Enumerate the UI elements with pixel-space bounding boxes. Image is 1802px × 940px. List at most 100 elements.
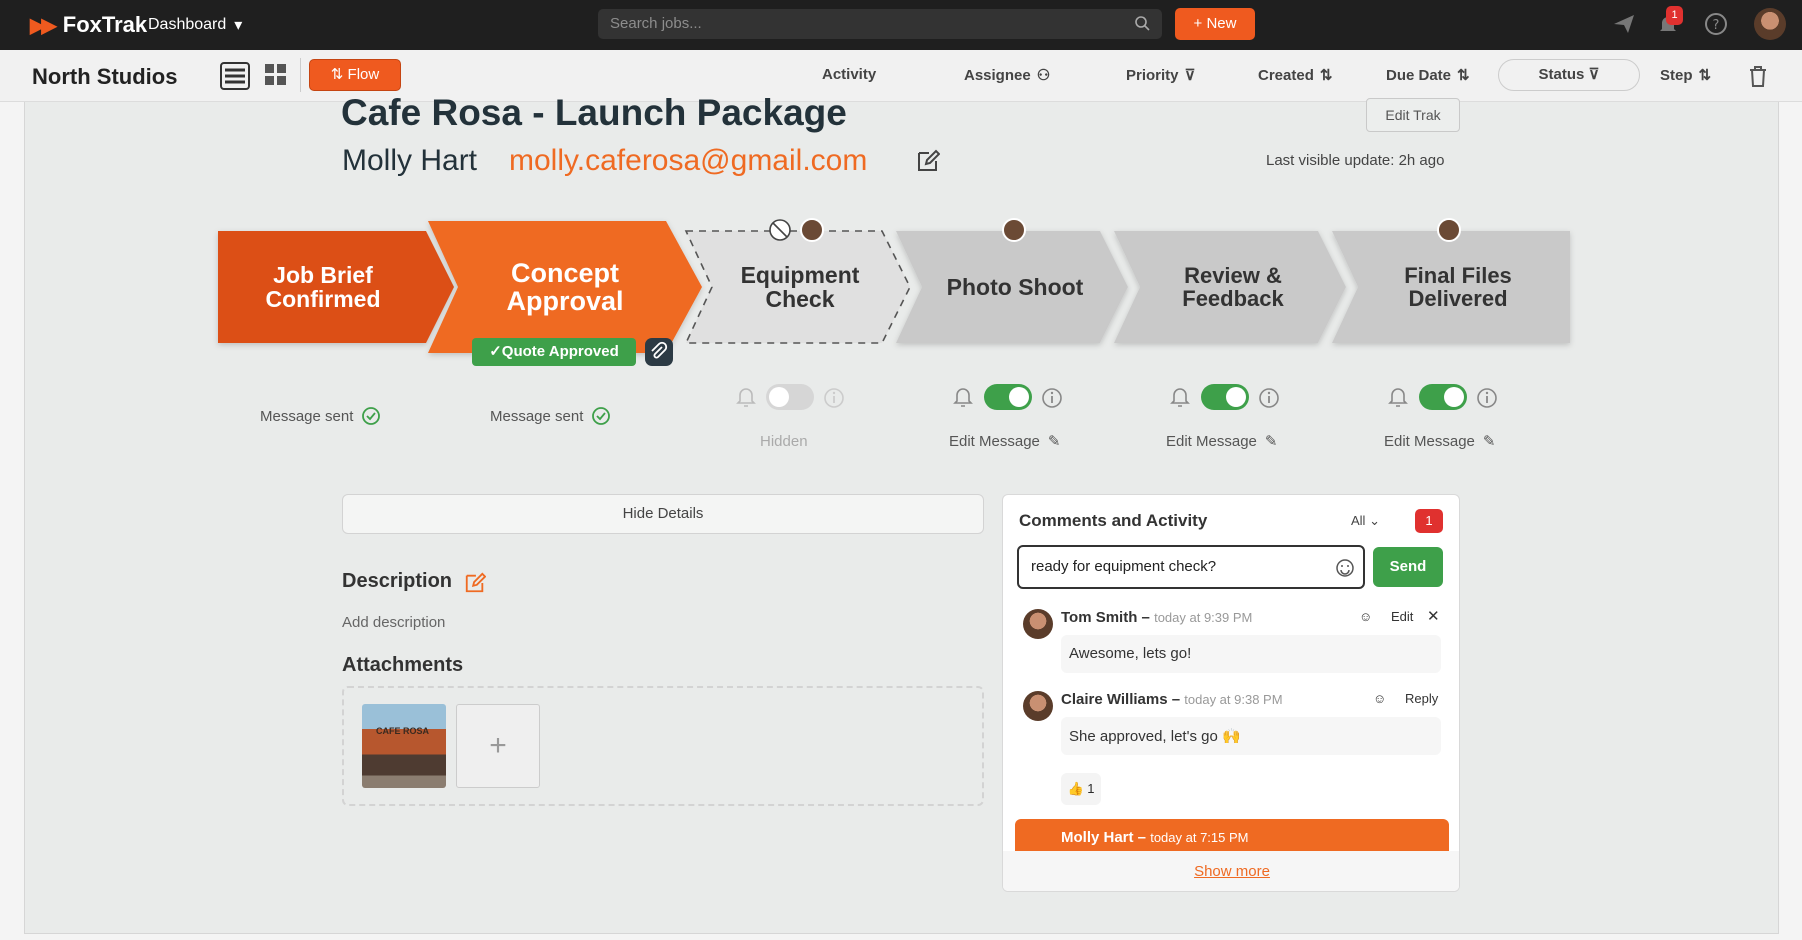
highlighted-comment: Molly Hart – today at 7:15 PM bbox=[1015, 819, 1449, 855]
toggle-knob bbox=[769, 387, 789, 407]
help-icon[interactable]: ? bbox=[1704, 12, 1728, 36]
user-avatar[interactable] bbox=[1754, 8, 1786, 40]
column-due-date[interactable]: Due Date ⇅ bbox=[1386, 66, 1470, 85]
toggle-knob bbox=[1009, 387, 1029, 407]
emoji-icon[interactable] bbox=[1335, 558, 1355, 578]
edit-message-label: Edit Message bbox=[949, 432, 1040, 450]
info-icon[interactable] bbox=[1041, 387, 1063, 409]
step-label-concept-approval: Concept Approval bbox=[460, 231, 670, 343]
edit-trak-button[interactable]: Edit Trak bbox=[1366, 98, 1460, 132]
column-assignee[interactable]: Assignee ⚇ bbox=[964, 66, 1051, 85]
show-more-link[interactable]: Show more bbox=[1003, 851, 1459, 891]
info-icon[interactable] bbox=[1258, 387, 1280, 409]
attachment-thumbnail[interactable]: CAFE ROSA bbox=[362, 704, 446, 788]
sort-icon: ⇅ bbox=[1698, 67, 1712, 84]
comments-filter-label: All bbox=[1351, 513, 1366, 528]
trash-icon[interactable] bbox=[1748, 65, 1768, 87]
edit-description-icon[interactable] bbox=[464, 572, 486, 594]
filter-icon: ⊽ bbox=[1588, 66, 1600, 83]
column-status[interactable]: Status ⊽ bbox=[1498, 59, 1640, 91]
logo-mark-icon: ▶▶ bbox=[30, 14, 57, 37]
step-label-line: Job Brief bbox=[273, 261, 373, 288]
comments-filter[interactable]: All ⌄ bbox=[1351, 513, 1380, 529]
notify-toggle-final-files[interactable] bbox=[1419, 384, 1467, 410]
search-input[interactable]: Search jobs... bbox=[598, 9, 1162, 39]
edit-message-review[interactable]: Edit Message ✎ bbox=[1166, 432, 1278, 451]
step-label-line: Confirmed bbox=[265, 286, 381, 312]
commenter-avatar bbox=[1023, 691, 1053, 721]
edit-message-photo-shoot[interactable]: Edit Message ✎ bbox=[949, 432, 1061, 451]
comment-body: Awesome, lets go! bbox=[1061, 635, 1441, 673]
delete-comment-icon[interactable]: ✕ bbox=[1427, 607, 1440, 625]
edit-message-label: Edit Message bbox=[1384, 432, 1475, 450]
step-status-text: Message sent bbox=[260, 407, 354, 425]
comment-header: Tom Smith – today at 9:39 PM bbox=[1061, 609, 1253, 626]
comments-panel: Comments and Activity All ⌄ 1 ready for … bbox=[1002, 494, 1460, 892]
toggle-knob bbox=[1226, 387, 1246, 407]
pencil-icon: ✎ bbox=[1264, 433, 1278, 450]
chevron-down-icon: ⌄ bbox=[1369, 513, 1380, 528]
bell-icon bbox=[953, 388, 973, 407]
reaction-chip[interactable]: 👍 1 bbox=[1061, 773, 1101, 805]
new-button[interactable]: + New bbox=[1175, 8, 1255, 40]
pencil-icon: ✎ bbox=[1047, 433, 1061, 450]
edit-message-final-files[interactable]: Edit Message ✎ bbox=[1384, 432, 1495, 451]
step-label-line: Feedback bbox=[1182, 286, 1284, 311]
dashboard-menu-label: Dashboard bbox=[148, 16, 227, 33]
column-status-label: Status bbox=[1538, 66, 1585, 83]
hide-details-button[interactable]: Hide Details bbox=[342, 494, 984, 534]
list-view-icon[interactable] bbox=[220, 62, 250, 90]
comment-time: today at 9:38 PM bbox=[1184, 692, 1283, 707]
notify-toggle-equipment-check[interactable] bbox=[766, 384, 814, 410]
notification-badge: 1 bbox=[1666, 6, 1683, 25]
step-label-photo-shoot: Photo Shoot bbox=[920, 231, 1110, 343]
send-icon[interactable] bbox=[1612, 12, 1636, 36]
comments-title: Comments and Activity bbox=[1019, 511, 1208, 530]
client-name: Molly Hart bbox=[342, 144, 478, 177]
add-description[interactable]: Add description bbox=[342, 614, 445, 631]
send-comment-button[interactable]: Send bbox=[1373, 547, 1443, 587]
comment-time: today at 7:15 PM bbox=[1150, 830, 1249, 845]
comment-author: Tom Smith bbox=[1061, 609, 1138, 626]
caret-down-icon: ▾ bbox=[234, 17, 243, 34]
flow-button[interactable]: ⇅ Flow bbox=[309, 59, 401, 91]
client-email[interactable]: molly.caferosa@gmail.com bbox=[509, 144, 867, 178]
search-icon[interactable] bbox=[1134, 15, 1150, 31]
logo[interactable]: ▶▶ FoxTrak bbox=[30, 12, 147, 38]
step-status-equipment-check: Hidden bbox=[760, 433, 808, 450]
sort-icon: ⇅ bbox=[1457, 67, 1470, 84]
toolbar-divider bbox=[300, 58, 301, 92]
column-created-label: Created bbox=[1258, 66, 1314, 84]
attachment-clip-icon[interactable] bbox=[645, 338, 673, 366]
dashboard-menu[interactable]: Dashboard ▾ bbox=[148, 15, 242, 35]
attachments-heading: Attachments bbox=[342, 654, 464, 676]
column-step[interactable]: Step ⇅ bbox=[1660, 66, 1712, 85]
studio-name: North Studios bbox=[32, 64, 178, 89]
notify-toggle-review[interactable] bbox=[1201, 384, 1249, 410]
info-icon[interactable] bbox=[1476, 387, 1498, 409]
info-icon[interactable] bbox=[823, 387, 845, 409]
bell-icon bbox=[736, 388, 756, 407]
grid-view-icon[interactable] bbox=[264, 63, 288, 87]
column-activity[interactable]: Activity bbox=[822, 66, 876, 83]
column-priority[interactable]: Priority ⊽ bbox=[1126, 66, 1196, 85]
step-label-review: Review & Feedback bbox=[1138, 231, 1328, 343]
add-reaction-icon[interactable]: ☺ bbox=[1373, 691, 1386, 706]
add-attachment-button[interactable]: + bbox=[456, 704, 540, 788]
reply-button[interactable]: Reply bbox=[1405, 691, 1438, 706]
edit-comment-button[interactable]: Edit bbox=[1391, 609, 1413, 624]
quote-approved-tag: ✓Quote Approved bbox=[472, 338, 636, 366]
comment-time: today at 9:39 PM bbox=[1154, 610, 1253, 625]
bell-icon bbox=[1170, 388, 1190, 407]
column-created[interactable]: Created ⇅ bbox=[1258, 66, 1332, 85]
notify-toggle-photo-shoot[interactable] bbox=[984, 384, 1032, 410]
step-label-line: Review & bbox=[1184, 262, 1282, 288]
attachment-image-text: CAFE ROSA bbox=[376, 726, 430, 736]
step-label-line: Delivered bbox=[1408, 286, 1508, 311]
attachments-dropzone[interactable]: CAFE ROSA + bbox=[342, 686, 984, 806]
person-icon: ⚇ bbox=[1036, 67, 1051, 84]
step-status-concept-approval: Message sent bbox=[490, 406, 611, 426]
comment-input[interactable]: ready for equipment check? bbox=[1017, 545, 1365, 589]
add-reaction-icon[interactable]: ☺ bbox=[1359, 609, 1372, 624]
edit-client-icon[interactable] bbox=[916, 149, 940, 173]
